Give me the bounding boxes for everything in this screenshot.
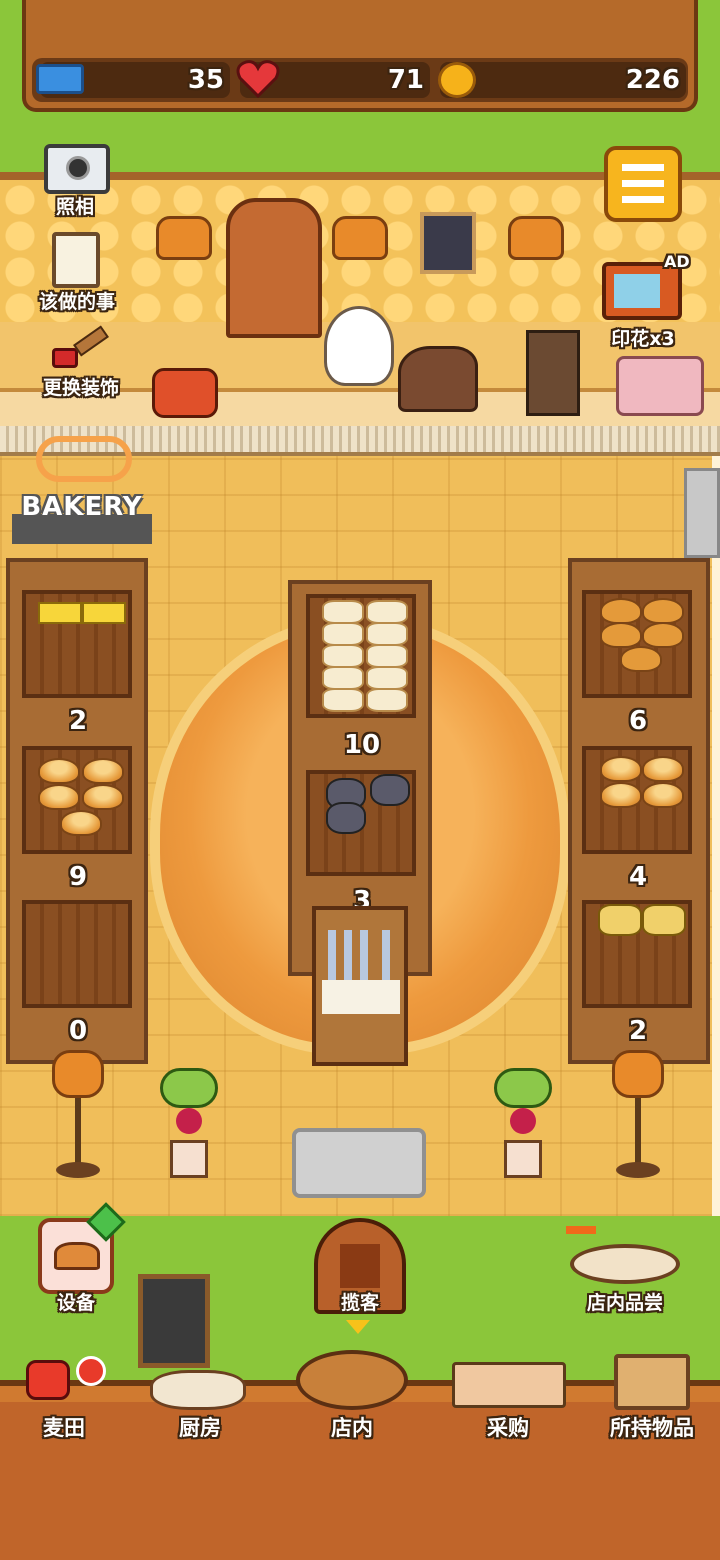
taste-label: 店内品尝	[586, 1292, 663, 1314]
onigiri-mascot[interactable]	[324, 306, 394, 386]
inventory-box-icon	[614, 1354, 690, 1410]
shelf-right-count: 6	[628, 706, 648, 736]
bread-loaf-decor	[398, 346, 478, 412]
bread-basket-icon	[54, 1242, 100, 1270]
nav-kitchen-label: 厨房	[179, 1416, 221, 1440]
purchase-icon	[452, 1362, 566, 1408]
coin-icon	[438, 62, 476, 98]
stamp-x3-label: 印花x3	[611, 328, 675, 350]
decorate-label: 更换装饰	[42, 377, 119, 399]
shelf-center-count: 10	[343, 730, 381, 760]
enter-arrow-icon	[566, 1226, 596, 1234]
shelf-left-tray[interactable]	[22, 746, 132, 854]
door-mat	[292, 1128, 426, 1198]
nav-wheat-field-label: 麦田	[43, 1416, 85, 1440]
attract-label: 揽客	[340, 1292, 379, 1314]
nav-store-label: 店内	[331, 1416, 373, 1440]
shelf-right-count: 2	[628, 1016, 648, 1046]
bakery-sign: BAKERY	[21, 492, 143, 522]
floor-lamp-right	[612, 1050, 664, 1180]
bread-plate-icon	[570, 1244, 680, 1284]
shelf-center-tray[interactable]	[306, 770, 416, 876]
hearts-value: 71	[387, 65, 424, 95]
shelf-right-tray[interactable]	[582, 900, 692, 1008]
nav-purchase[interactable]	[446, 1358, 572, 1412]
shelf-right-count: 4	[628, 862, 648, 892]
kitchen-icon	[150, 1370, 246, 1410]
tickets-value: 35	[187, 65, 224, 95]
equipment-label: 设备	[56, 1292, 95, 1314]
shelf-left-count: 2	[68, 706, 88, 736]
shelf-left-count: 9	[68, 862, 88, 892]
door-right	[684, 468, 720, 558]
shelf-right-tray[interactable]	[582, 746, 692, 854]
potted-plant-left	[160, 1068, 218, 1180]
shelf-right-tray[interactable]	[582, 590, 692, 698]
shelf-center-tray[interactable]	[306, 594, 416, 718]
clipboard-icon[interactable]	[52, 232, 100, 288]
paint-brush-icon[interactable]	[52, 325, 109, 370]
bakery-sign-bread-icon	[36, 436, 132, 482]
potted-plant-right	[494, 1068, 552, 1180]
right-wall-edge	[712, 456, 720, 1216]
wheat-field-icon	[26, 1360, 70, 1400]
taste-in-store-button[interactable]	[566, 1226, 684, 1288]
camera-label: 照相	[55, 196, 94, 218]
bread-rack	[226, 198, 322, 338]
ad-badge: AD	[664, 252, 690, 271]
nav-purchase-label: 采购	[487, 1416, 529, 1440]
menu-button[interactable]	[604, 146, 682, 222]
todo-label: 该做的事	[38, 291, 115, 313]
telephone-icon	[152, 368, 218, 418]
shelf-left-tray[interactable]	[22, 590, 132, 698]
play-icon	[614, 274, 660, 308]
camera-button[interactable]	[40, 140, 112, 196]
floor-lamp-left	[52, 1050, 104, 1180]
shop-door-icon	[340, 1244, 380, 1288]
wall-picture	[420, 212, 476, 274]
coins-value: 226	[625, 65, 680, 95]
camera-icon	[44, 144, 110, 194]
ticket-icon	[36, 64, 84, 94]
coffee-grinder	[526, 330, 580, 416]
jars-decor	[616, 356, 704, 416]
lamp-icon	[332, 216, 388, 260]
lamp-icon	[508, 216, 564, 260]
shelf-left-tray[interactable]	[22, 900, 132, 1008]
store-icon	[296, 1350, 408, 1410]
heart-icon	[236, 58, 280, 99]
nav-inventory-label: 所持物品	[610, 1416, 694, 1440]
cutlery-stand[interactable]	[312, 906, 408, 1066]
nav-store[interactable]	[294, 1340, 410, 1414]
pointer-arrow-icon	[346, 1320, 370, 1334]
notification-dot	[76, 1356, 106, 1386]
shelf-left-count: 0	[68, 1016, 88, 1046]
nav-inventory[interactable]	[612, 1352, 692, 1412]
lamp-icon	[156, 216, 212, 260]
